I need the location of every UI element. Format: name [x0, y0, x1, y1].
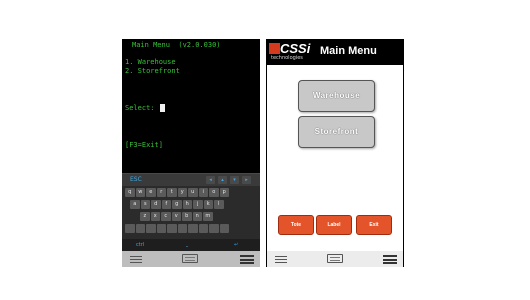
key-row-3: z x c v b n m — [140, 212, 213, 222]
key[interactable] — [125, 224, 135, 233]
key[interactable]: k — [203, 200, 213, 209]
key[interactable]: j — [193, 200, 203, 209]
key[interactable]: m — [203, 212, 213, 221]
key[interactable]: d — [151, 200, 161, 209]
key[interactable] — [188, 224, 198, 233]
key[interactable]: p — [219, 188, 229, 197]
terminal-phone: Main Menu (v2.0.030) 1. Warehouse 2. Sto… — [122, 39, 260, 267]
key[interactable]: y — [177, 188, 187, 197]
hamburger-icon[interactable] — [240, 254, 254, 264]
keyboard-toolbar: ESC ◂ ▴ ▾ ▸ — [122, 173, 260, 186]
exit-hint: [F3=Exit] — [125, 141, 163, 149]
app-header: CSSi technologies Main Menu — [267, 39, 403, 65]
brand-name: CSSi — [280, 41, 311, 56]
key[interactable]: g — [172, 200, 182, 209]
key[interactable] — [156, 224, 166, 233]
hamburger-icon[interactable] — [383, 254, 397, 264]
key[interactable] — [146, 224, 156, 233]
key[interactable]: w — [135, 188, 145, 197]
brand-sub: technologies — [271, 55, 303, 61]
terminal-title: Main Menu (v2.0.030) — [132, 41, 221, 49]
arrow-right-key[interactable]: ▸ — [242, 176, 251, 184]
app-screen: CSSi technologies Main Menu Warehouse St… — [267, 39, 403, 251]
bottom-nav-bar — [122, 251, 260, 267]
label-button[interactable]: Label — [316, 215, 352, 235]
key[interactable] — [135, 224, 145, 233]
esc-key[interactable]: ESC — [130, 176, 142, 183]
gui-phone: CSSi technologies Main Menu Warehouse St… — [266, 39, 404, 267]
key[interactable]: s — [140, 200, 150, 209]
page-title: Main Menu — [320, 45, 377, 57]
key[interactable]: f — [161, 200, 171, 209]
key[interactable] — [219, 224, 229, 233]
key[interactable]: v — [171, 212, 181, 221]
select-prompt: Select: — [125, 104, 155, 112]
key[interactable]: r — [156, 188, 166, 197]
key[interactable]: b — [182, 212, 192, 221]
key[interactable]: l — [214, 200, 224, 209]
keyboard-icon[interactable] — [327, 254, 343, 263]
key[interactable]: u — [188, 188, 198, 197]
key[interactable] — [177, 224, 187, 233]
key-row-1: q w e r t y u i o p — [125, 188, 229, 198]
key[interactable]: t — [167, 188, 177, 197]
bottom-nav-bar — [267, 251, 403, 267]
key-row-4 — [125, 224, 229, 234]
arrow-down-key[interactable]: ▾ — [230, 176, 239, 184]
brand-logo: CSSi technologies — [269, 41, 311, 62]
option-warehouse: 1. Warehouse — [125, 58, 176, 66]
key[interactable]: i — [198, 188, 208, 197]
arrow-up-key[interactable]: ▴ — [218, 176, 227, 184]
terminal-screen[interactable]: Main Menu (v2.0.030) 1. Warehouse 2. Sto… — [122, 39, 260, 172]
menu-icon[interactable] — [130, 254, 142, 263]
keyboard-icon[interactable] — [182, 254, 198, 263]
key[interactable] — [167, 224, 177, 233]
arrow-left-key[interactable]: ◂ — [206, 176, 215, 184]
menu-icon[interactable] — [275, 254, 287, 263]
option-storefront: 2. Storefront — [125, 67, 180, 75]
soft-keyboard: ESC ◂ ▴ ▾ ▸ q w e r t y u i o p a s d f … — [122, 173, 260, 251]
space-key[interactable]: ⎵ — [186, 242, 188, 248]
key[interactable]: q — [125, 188, 135, 197]
storefront-button[interactable]: Storefront — [298, 116, 375, 148]
key[interactable] — [198, 224, 208, 233]
tote-button[interactable]: Tote — [278, 215, 314, 235]
key[interactable]: h — [182, 200, 192, 209]
text-cursor[interactable] — [160, 104, 165, 112]
enter-key[interactable]: ↵ — [234, 242, 238, 248]
key[interactable] — [209, 224, 219, 233]
keyboard-bottom-row: ctrl ⎵ ↵ — [122, 239, 260, 251]
key[interactable]: c — [161, 212, 171, 221]
key[interactable]: e — [146, 188, 156, 197]
key[interactable]: a — [130, 200, 140, 209]
warehouse-button[interactable]: Warehouse — [298, 80, 375, 112]
key-row-2: a s d f g h j k l — [130, 200, 224, 210]
logo-mark-icon — [269, 43, 280, 54]
ctrl-key[interactable]: ctrl — [136, 242, 144, 248]
key[interactable]: n — [192, 212, 202, 221]
key[interactable]: o — [209, 188, 219, 197]
exit-button[interactable]: Exit — [356, 215, 392, 235]
key[interactable]: z — [140, 212, 150, 221]
key[interactable]: x — [150, 212, 160, 221]
